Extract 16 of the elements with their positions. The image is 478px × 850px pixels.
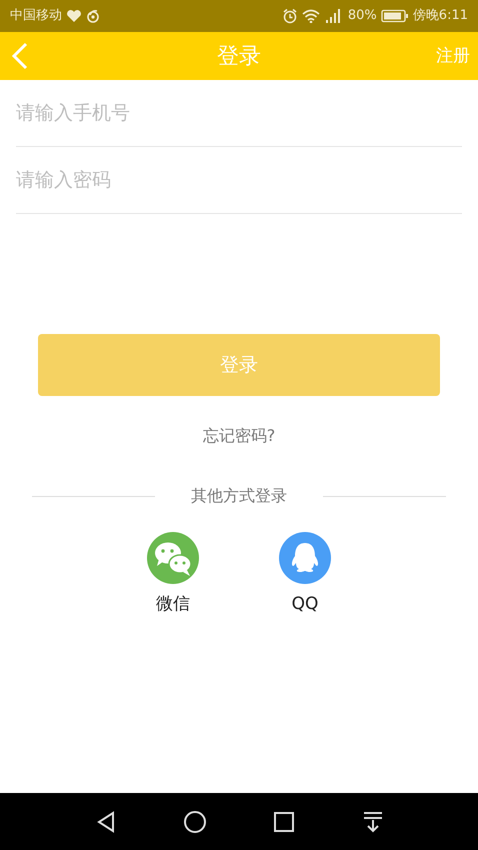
alarm-icon [282,8,298,24]
battery-icon [380,9,409,23]
back-icon [10,42,30,70]
home-circle-icon[interactable] [182,810,206,834]
battery-percent: 80% [348,7,377,26]
wifi-icon [302,9,320,23]
clock-time: 傍晚6:11 [412,7,468,26]
qq-login-button[interactable]: QQ [279,532,331,618]
other-login-heading: 其他方式登录 [190,485,288,507]
carrier-text: 中国移动 [10,7,62,26]
recents-square-icon[interactable] [272,810,296,834]
forgot-password-link[interactable]: 忘记密码? [202,424,276,448]
page-title: 登录 [217,42,261,70]
swirl-icon [86,9,100,23]
heart-icon [66,9,82,23]
wechat-login-button[interactable]: 微信 [147,532,199,618]
